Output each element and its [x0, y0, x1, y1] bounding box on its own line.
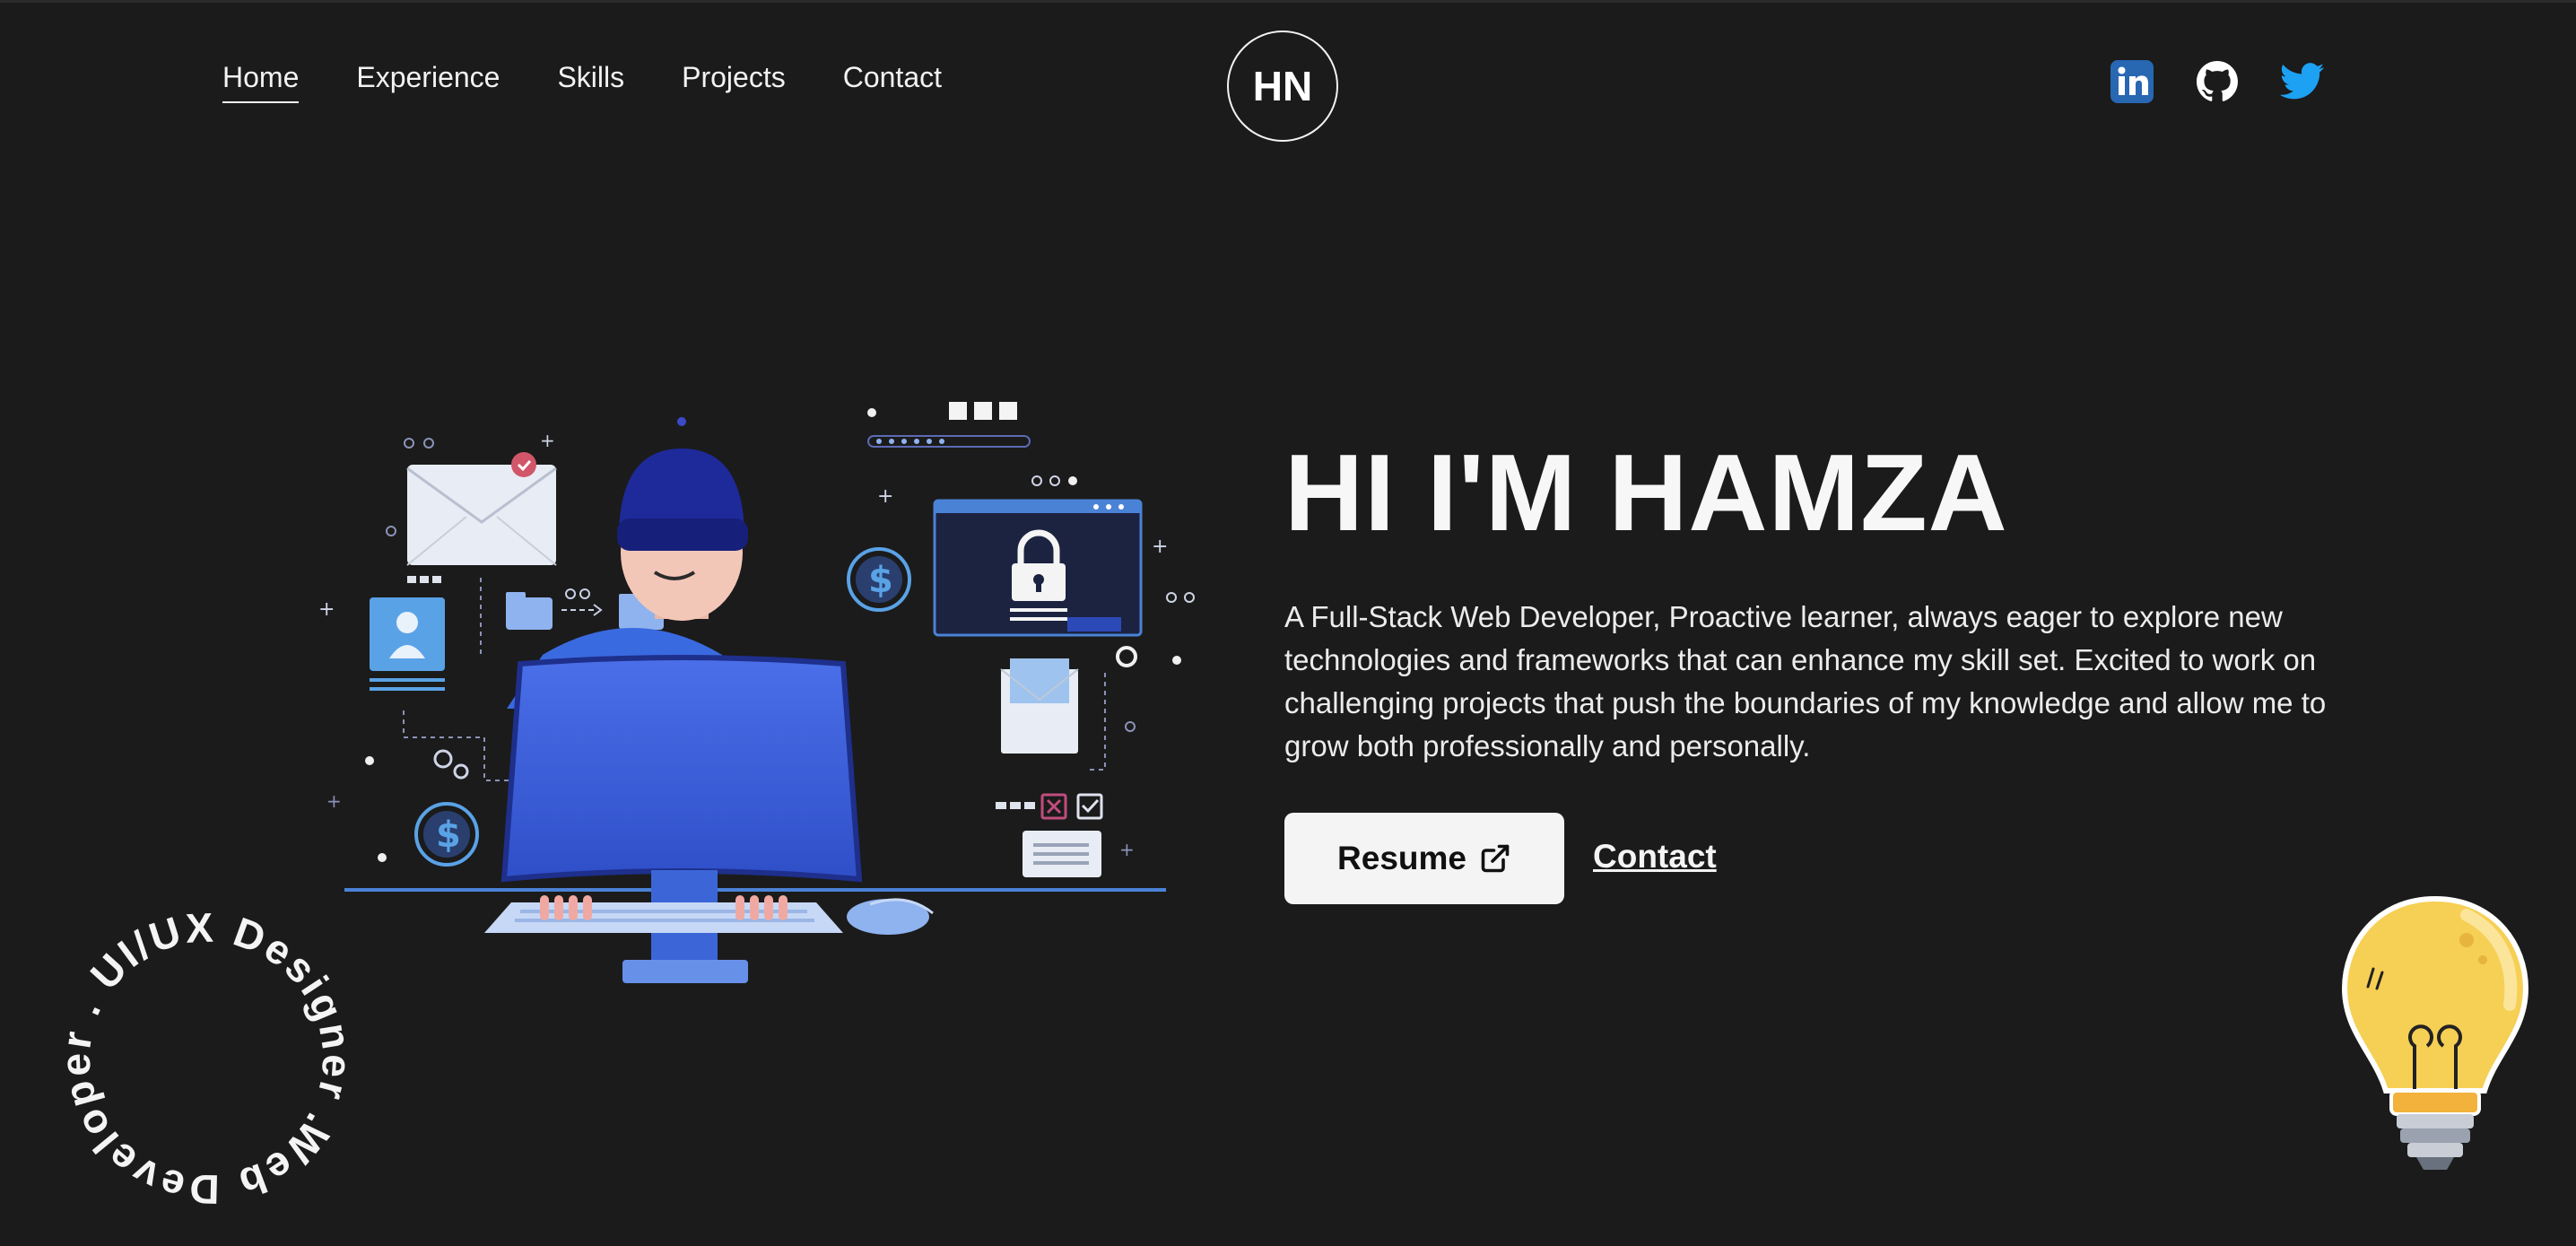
- twitter-link[interactable]: [2280, 59, 2325, 104]
- external-link-icon: [1481, 844, 1510, 873]
- top-edge: [0, 0, 2576, 3]
- linkedin-link[interactable]: [2110, 59, 2154, 104]
- resume-button[interactable]: Resume: [1284, 813, 1564, 904]
- dollar-coin-icon: $: [414, 802, 479, 867]
- github-icon: [2197, 61, 2238, 101]
- nav-experience[interactable]: Experience: [356, 61, 500, 100]
- circular-text-badge: Web Developer . UI/UX Designer .: [36, 888, 377, 1229]
- hero-contact-link[interactable]: Contact: [1593, 838, 1717, 876]
- resume-button-label: Resume: [1337, 840, 1466, 876]
- svg-text:+: +: [326, 790, 342, 812]
- open-mail-icon: [1000, 658, 1079, 754]
- hero-description: A Full-Stack Web Developer, Proactive le…: [1284, 600, 2327, 762]
- user-card-icon: [370, 576, 445, 691]
- linkedin-icon: [2110, 60, 2154, 103]
- svg-text:$: $: [868, 560, 893, 601]
- hero-title: HI I'M HAMZA: [1284, 431, 2008, 553]
- lightbulb-icon[interactable]: [2332, 888, 2538, 1202]
- svg-text:+: +: [877, 485, 893, 508]
- developer-illustration: + + + $ $ + + +: [318, 402, 1195, 983]
- svg-text:$: $: [436, 815, 461, 856]
- github-link[interactable]: [2195, 59, 2240, 104]
- nav-skills[interactable]: Skills: [557, 61, 624, 100]
- svg-text:Web Developer . UI/UX Designer: Web Developer . UI/UX Designer .: [36, 888, 377, 1229]
- site-logo[interactable]: HN: [1227, 30, 1338, 142]
- svg-text:+: +: [1119, 839, 1135, 860]
- svg-text:+: +: [318, 598, 335, 621]
- monitor: [500, 655, 863, 983]
- nav-projects[interactable]: Projects: [682, 61, 786, 100]
- nav-contact[interactable]: Contact: [843, 61, 942, 100]
- security-window-icon: [933, 499, 1143, 637]
- circular-text: Web Developer . UI/UX Designer .: [36, 888, 377, 1229]
- nav-home[interactable]: Home: [222, 61, 300, 103]
- svg-text:+: +: [540, 430, 555, 451]
- svg-text:+: +: [1152, 536, 1168, 558]
- twitter-icon: [2280, 63, 2325, 100]
- email-envelope-icon: [406, 452, 557, 566]
- dollar-coin-icon-2: $: [847, 547, 911, 612]
- main-nav: Home Experience Skills Projects Contact: [222, 61, 942, 103]
